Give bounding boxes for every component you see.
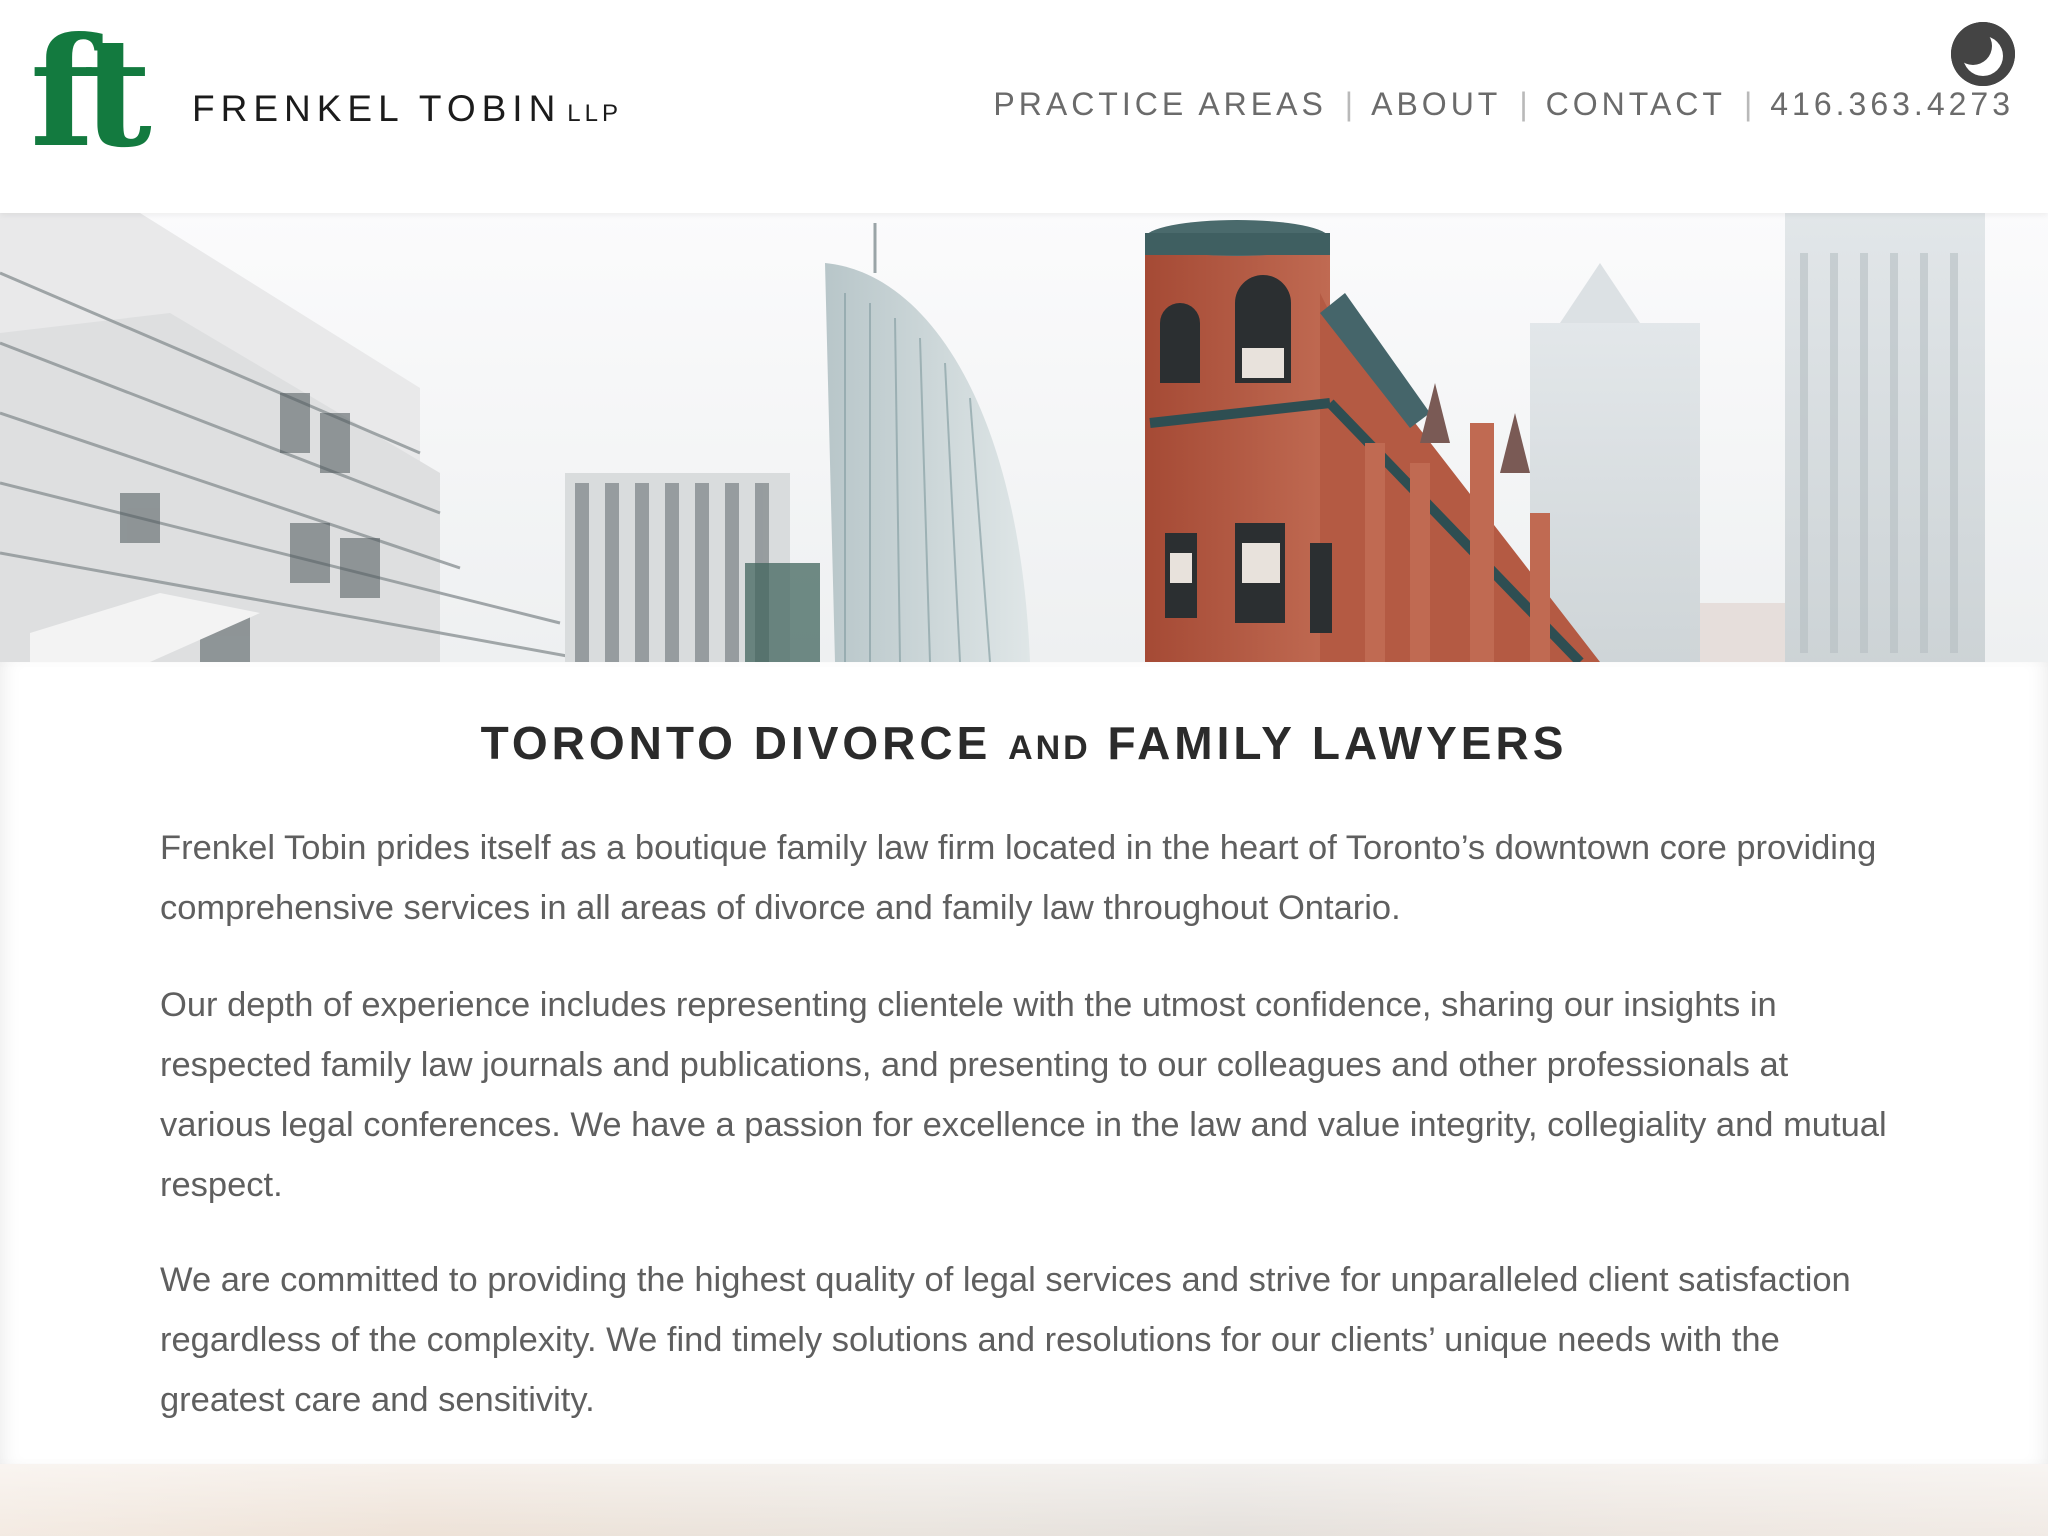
nav-separator: | (1743, 86, 1753, 122)
title-conjunction: AND (1008, 729, 1091, 767)
intro-section: TORONTO DIVORCE AND FAMILY LAWYERS Frenk… (0, 662, 2048, 1464)
commitment-paragraph: We are committed to providing the highes… (160, 1261, 1851, 1419)
nav-practice-areas[interactable]: PRACTICE AREAS (993, 86, 1326, 123)
brand-name-text: FRENKEL TOBIN (192, 88, 562, 129)
dark-mode-toggle[interactable] (1951, 22, 2015, 86)
nav-separator: | (1344, 86, 1354, 122)
page-title: TORONTO DIVORCE AND FAMILY LAWYERS (0, 716, 2048, 770)
brand-name[interactable]: FRENKEL TOBIN LLP (192, 88, 622, 130)
nav-about[interactable]: ABOUT (1371, 86, 1501, 123)
title-part-1: TORONTO DIVORCE (480, 717, 992, 769)
moon-icon (1951, 22, 2015, 86)
bottom-background-image (0, 1464, 2048, 1536)
skyline-illustration (0, 213, 2048, 662)
nav-phone-link[interactable]: 416.363.4273 (1770, 86, 2014, 123)
hero-skyline-image (0, 213, 2048, 662)
nav-contact[interactable]: CONTACT (1546, 86, 1726, 123)
experience-paragraph: Our depth of experience includes represe… (160, 986, 1887, 1204)
title-part-3: FAMILY LAWYERS (1107, 717, 1568, 769)
main-nav: PRACTICE AREAS | ABOUT | CONTACT | 416.3… (993, 86, 2014, 123)
site-header: ft FRENKEL TOBIN LLP PRACTICE AREAS | ABO… (0, 0, 2048, 213)
brand-suffix: LLP (567, 100, 622, 127)
intro-paragraph: Frenkel Tobin prides itself as a boutiqu… (160, 829, 1877, 927)
nav-separator: | (1519, 86, 1528, 122)
ft-logo-mark[interactable]: ft (30, 18, 152, 168)
